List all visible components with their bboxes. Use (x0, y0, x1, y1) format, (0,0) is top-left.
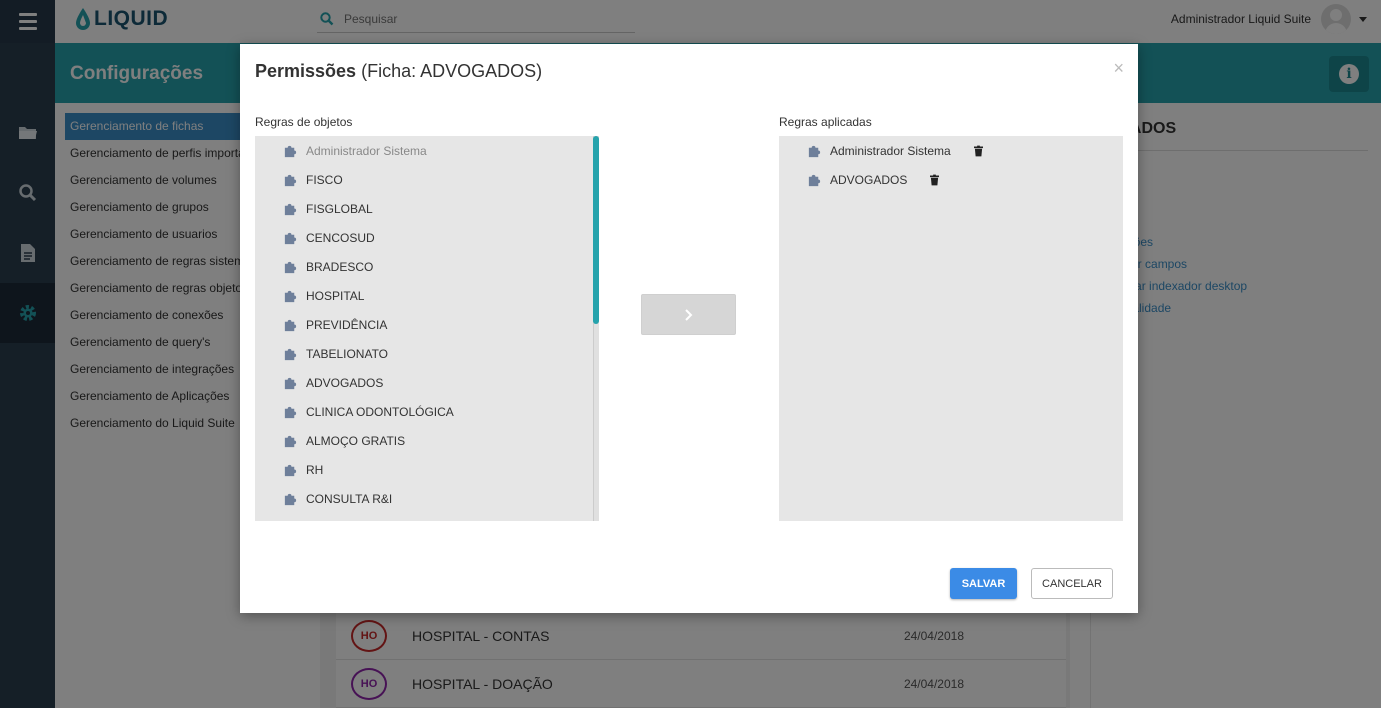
modal-title: Permissões (Ficha: ADVOGADOS) (255, 61, 542, 82)
puzzle-icon (284, 174, 297, 187)
puzzle-icon (284, 145, 297, 158)
puzzle-icon (284, 464, 297, 477)
object-rule-item[interactable]: TABELIONATO (255, 339, 599, 368)
modal-title-bold: Permissões (255, 61, 357, 81)
puzzle-icon (284, 435, 297, 448)
object-rule-item[interactable]: PREVIDÊNCIA (255, 310, 599, 339)
object-rule-item[interactable]: FISCO (255, 165, 599, 194)
applied-rules-list: Administrador Sistema ADVOGADOS (779, 136, 1123, 521)
puzzle-icon (808, 174, 821, 187)
modal-title-subtitle: (Ficha: ADVOGADOS) (356, 61, 543, 81)
puzzle-icon (284, 493, 297, 506)
applied-rules-label: Regras aplicadas (779, 115, 872, 129)
object-rule-label: FISGLOBAL (306, 201, 373, 216)
object-rule-label: CLINICA ODONTOLÓGICA (306, 404, 454, 419)
object-rule-label: PREVIDÊNCIA (306, 317, 388, 332)
object-rule-label: BRADESCO (306, 259, 374, 274)
object-rule-item[interactable]: HOSPITAL (255, 281, 599, 310)
puzzle-icon (284, 232, 297, 245)
object-rule-item[interactable]: BRADESCO (255, 252, 599, 281)
applied-rule-item: ADVOGADOS (779, 165, 1123, 194)
applied-rule-item: Administrador Sistema (779, 136, 1123, 165)
puzzle-icon (284, 406, 297, 419)
object-rule-label: CENCOSUD (306, 230, 375, 245)
object-rule-item[interactable]: ADVOGADOS (255, 368, 599, 397)
trash-icon[interactable] (973, 145, 983, 157)
object-rule-label: HOSPITAL (306, 288, 365, 303)
cancel-button[interactable]: CANCELAR (1031, 568, 1113, 599)
puzzle-icon (284, 348, 297, 361)
close-icon[interactable]: × (1113, 58, 1124, 79)
object-rule-label: ALMOÇO GRATIS (306, 433, 406, 448)
object-rule-label: CONSULTA R&I (306, 491, 393, 506)
trash-icon[interactable] (930, 174, 940, 186)
puzzle-icon (808, 145, 821, 158)
puzzle-icon (284, 261, 297, 274)
permissions-modal: Permissões (Ficha: ADVOGADOS) × Regras d… (240, 44, 1138, 613)
object-rules-label: Regras de objetos (255, 115, 353, 129)
puzzle-icon (284, 290, 297, 303)
object-rule-label: FISCO (306, 172, 343, 187)
object-rule-item[interactable]: Administrador Sistema (255, 136, 599, 165)
object-rule-label: TABELIONATO (306, 346, 389, 361)
object-rule-item[interactable]: CLINICA ODONTOLÓGICA (255, 397, 599, 426)
puzzle-icon (284, 319, 297, 332)
object-rule-item[interactable]: FISGLOBAL (255, 194, 599, 223)
object-rule-item[interactable]: ALMOÇO GRATIS (255, 426, 599, 455)
object-rule-item[interactable]: CONSULTA R&I (255, 484, 599, 513)
object-rule-item[interactable]: CENCOSUD (255, 223, 599, 252)
object-rule-label: Administrador Sistema (306, 143, 427, 158)
puzzle-icon (284, 377, 297, 390)
object-rule-label: ADVOGADOS (306, 375, 384, 390)
applied-rule-label: Administrador Sistema (830, 143, 951, 158)
puzzle-icon (284, 203, 297, 216)
save-button[interactable]: SALVAR (950, 568, 1017, 599)
chevron-right-icon (684, 308, 692, 321)
object-rule-item[interactable]: RH (255, 455, 599, 484)
add-rule-button[interactable] (641, 294, 736, 335)
applied-rule-label: ADVOGADOS (830, 172, 908, 187)
object-rule-label: RH (306, 462, 324, 477)
scrollbar-thumb[interactable] (593, 136, 599, 324)
object-rules-list[interactable]: Administrador Sistema FISCO FISGLOBAL CENCO… (255, 136, 599, 521)
